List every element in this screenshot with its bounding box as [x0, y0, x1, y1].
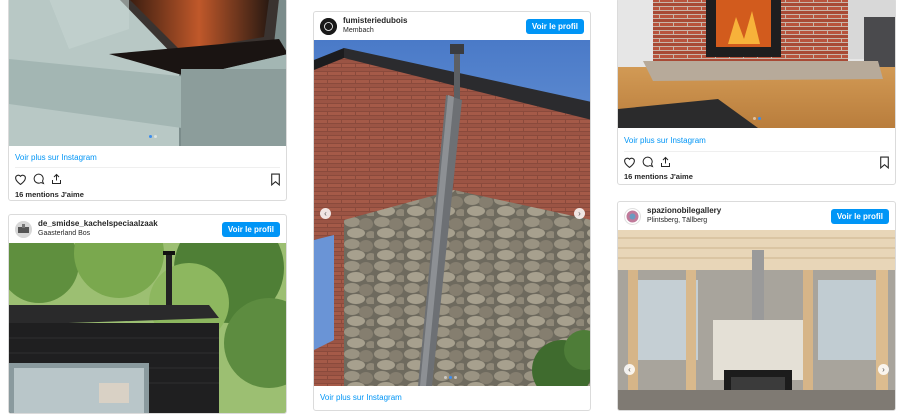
- username[interactable]: fumisteriedubois: [343, 16, 526, 26]
- view-more-link[interactable]: Voir plus sur Instagram: [15, 153, 97, 162]
- avatar[interactable]: [624, 207, 641, 225]
- location[interactable]: Gaasterland Bos: [38, 229, 222, 239]
- post-card-2: de_smidse_kachelspeciaalzaak Gaasterland…: [8, 214, 287, 414]
- comment-icon[interactable]: [32, 173, 45, 185]
- share-icon[interactable]: [659, 156, 672, 168]
- heart-icon[interactable]: [623, 156, 636, 168]
- post-header: spazionobilegallery Plintsberg, Tällberg…: [618, 202, 895, 230]
- view-profile-button[interactable]: Voir le profil: [830, 208, 889, 224]
- avatar[interactable]: [320, 17, 337, 35]
- post-header: fumisteriedubois Membach Voir le profil: [314, 12, 590, 40]
- action-bar: [14, 173, 68, 185]
- divider: [624, 151, 889, 152]
- carousel-dots: [444, 376, 457, 379]
- chevron-left-icon[interactable]: ‹: [624, 364, 635, 375]
- view-profile-button[interactable]: Voir le profil: [525, 18, 584, 34]
- bookmark-icon[interactable]: [879, 156, 890, 169]
- heart-icon[interactable]: [14, 173, 27, 185]
- action-bar: [623, 156, 677, 168]
- carousel-dots: [149, 135, 157, 138]
- chevron-right-icon[interactable]: ›: [878, 364, 889, 375]
- chevron-right-icon[interactable]: ›: [574, 208, 585, 219]
- likes-count: 16 mentions J'aime: [15, 190, 84, 199]
- location[interactable]: Membach: [343, 26, 526, 36]
- comment-icon[interactable]: [641, 156, 654, 168]
- carousel-dots: [753, 117, 761, 120]
- post-image[interactable]: [9, 0, 286, 146]
- divider: [15, 167, 280, 168]
- view-profile-button[interactable]: Voir le profil: [221, 221, 280, 237]
- post-card-1: Voir plus sur Instagram 16 mentions J'ai…: [8, 0, 287, 201]
- chevron-left-icon[interactable]: ‹: [320, 208, 331, 219]
- likes-count: 16 mentions J'aime: [624, 172, 693, 181]
- post-image[interactable]: [9, 243, 286, 413]
- location[interactable]: Plintsberg, Tällberg: [647, 216, 831, 226]
- view-more-link[interactable]: Voir plus sur Instagram: [624, 136, 706, 145]
- avatar[interactable]: [15, 220, 32, 238]
- username[interactable]: de_smidse_kachelspeciaalzaak: [38, 219, 222, 229]
- post-card-3: fumisteriedubois Membach Voir le profil: [313, 11, 591, 411]
- share-icon[interactable]: [50, 173, 63, 185]
- post-image[interactable]: [618, 0, 895, 128]
- post-card-5: spazionobilegallery Plintsberg, Tällberg…: [617, 201, 896, 411]
- post-header: de_smidse_kachelspeciaalzaak Gaasterland…: [9, 215, 286, 243]
- post-card-4: Voir plus sur Instagram 16 mentions J'ai…: [617, 0, 896, 185]
- post-image[interactable]: ‹ ›: [314, 40, 590, 386]
- post-image[interactable]: ‹ ›: [618, 230, 895, 410]
- view-more-link[interactable]: Voir plus sur Instagram: [320, 393, 402, 402]
- username[interactable]: spazionobilegallery: [647, 206, 831, 216]
- bookmark-icon[interactable]: [270, 173, 281, 186]
